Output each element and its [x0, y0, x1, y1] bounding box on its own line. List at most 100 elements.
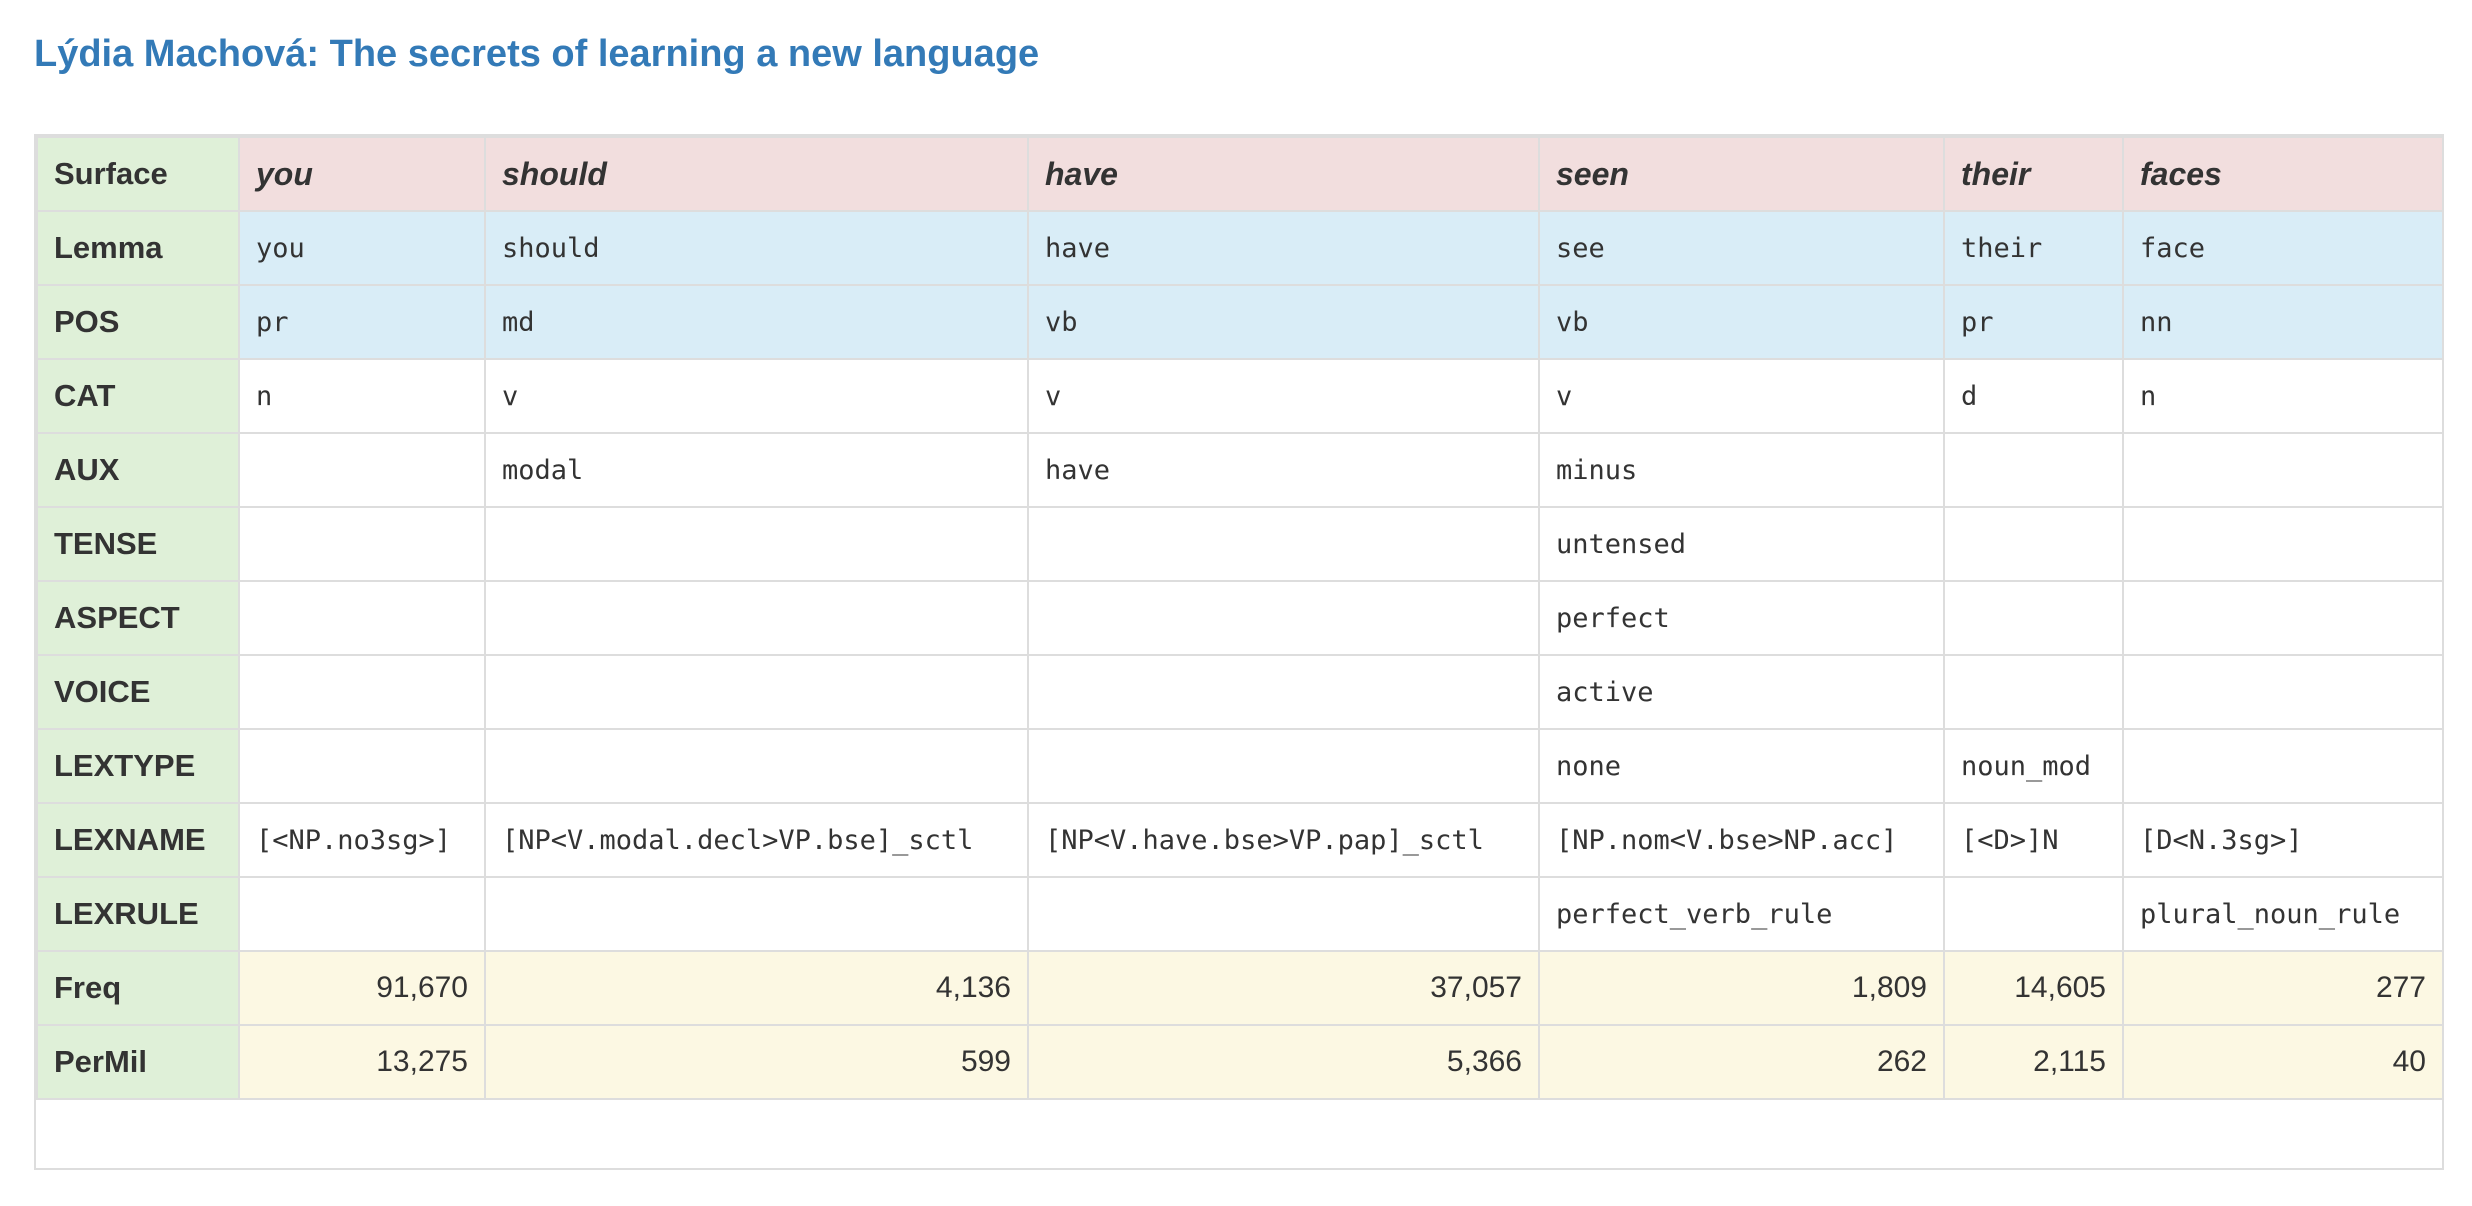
permil-cell: 599: [484, 1024, 1029, 1100]
lexname-cell: [<NP.no3sg>]: [238, 802, 486, 878]
tense-cell: [484, 506, 1029, 582]
lexrule-cell: [1027, 876, 1540, 952]
freq-cell: 1,809: [1538, 950, 1945, 1026]
lexname-cell: [<D>]N: [1943, 802, 2124, 878]
permil-cell: 13,275: [238, 1024, 486, 1100]
row-label-surface: Surface: [36, 136, 240, 212]
aux-cell: [238, 432, 486, 508]
freq-cell: 4,136: [484, 950, 1029, 1026]
lemma-cell: have: [1027, 210, 1540, 286]
lextype-cell: [238, 728, 486, 804]
aux-cell: modal: [484, 432, 1029, 508]
tense-cell: untensed: [1538, 506, 1945, 582]
aspect-cell: [2122, 580, 2444, 656]
lexrule-cell: [484, 876, 1029, 952]
surface-cell: their: [1943, 136, 2124, 212]
row-label-lemma: Lemma: [36, 210, 240, 286]
voice-cell: active: [1538, 654, 1945, 730]
analysis-table-panel: Surface you should have seen their faces…: [34, 134, 2444, 1170]
aux-cell: minus: [1538, 432, 1945, 508]
cat-cell: d: [1943, 358, 2124, 434]
cat-cell: n: [238, 358, 486, 434]
lextype-cell: noun_mod: [1943, 728, 2124, 804]
freq-cell: 277: [2122, 950, 2444, 1026]
table-row-lemma: Lemma you should have see their face: [36, 210, 2444, 286]
row-label-freq: Freq: [36, 950, 240, 1026]
table-row-lexname: LEXNAME [<NP.no3sg>] [NP<V.modal.decl>VP…: [36, 802, 2444, 878]
row-label-aspect: ASPECT: [36, 580, 240, 656]
pos-cell: pr: [1943, 284, 2124, 360]
surface-cell: you: [238, 136, 486, 212]
row-label-lexname: LEXNAME: [36, 802, 240, 878]
pos-cell: md: [484, 284, 1029, 360]
row-label-lexrule: LEXRULE: [36, 876, 240, 952]
lemma-cell: face: [2122, 210, 2444, 286]
surface-cell: seen: [1538, 136, 1945, 212]
lemma-cell: see: [1538, 210, 1945, 286]
freq-cell: 37,057: [1027, 950, 1540, 1026]
pos-cell: nn: [2122, 284, 2444, 360]
table-row-pos: POS pr md vb vb pr nn: [36, 284, 2444, 360]
table-row-cat: CAT n v v v d n: [36, 358, 2444, 434]
aux-cell: [1943, 432, 2124, 508]
lemma-cell: you: [238, 210, 486, 286]
permil-cell: 2,115: [1943, 1024, 2124, 1100]
lexrule-cell: [1943, 876, 2124, 952]
aspect-cell: [1943, 580, 2124, 656]
surface-cell: should: [484, 136, 1029, 212]
lemma-cell: should: [484, 210, 1029, 286]
lexname-cell: [NP<V.have.bse>VP.pap]_sctl: [1027, 802, 1540, 878]
table-row-voice: VOICE active: [36, 654, 2444, 730]
voice-cell: [238, 654, 486, 730]
tense-cell: [1943, 506, 2124, 582]
table-row-lexrule: LEXRULE perfect_verb_rule plural_noun_ru…: [36, 876, 2444, 952]
analysis-table: Surface you should have seen their faces…: [36, 136, 2444, 1100]
table-row-permil: PerMil 13,275 599 5,366 262 2,115 40: [36, 1024, 2444, 1100]
lemma-cell: their: [1943, 210, 2124, 286]
lexrule-cell: plural_noun_rule: [2122, 876, 2444, 952]
lextype-cell: none: [1538, 728, 1945, 804]
pos-cell: vb: [1538, 284, 1945, 360]
lexrule-cell: [238, 876, 486, 952]
tense-cell: [1027, 506, 1540, 582]
row-label-tense: TENSE: [36, 506, 240, 582]
lexname-cell: [NP.nom<V.bse>NP.acc]: [1538, 802, 1945, 878]
voice-cell: [1943, 654, 2124, 730]
table-row-lextype: LEXTYPE none noun_mod: [36, 728, 2444, 804]
lexname-cell: [NP<V.modal.decl>VP.bse]_sctl: [484, 802, 1029, 878]
row-label-aux: AUX: [36, 432, 240, 508]
table-row-surface: Surface you should have seen their faces: [36, 136, 2444, 212]
page-title: Lýdia Machová: The secrets of learning a…: [34, 33, 1040, 75]
tense-cell: [2122, 506, 2444, 582]
aux-cell: [2122, 432, 2444, 508]
freq-cell: 91,670: [238, 950, 486, 1026]
table-row-aux: AUX modal have minus: [36, 432, 2444, 508]
aux-cell: have: [1027, 432, 1540, 508]
surface-cell: faces: [2122, 136, 2444, 212]
aspect-cell: [484, 580, 1029, 656]
lexname-cell: [D<N.3sg>]: [2122, 802, 2444, 878]
permil-cell: 262: [1538, 1024, 1945, 1100]
lextype-cell: [1027, 728, 1540, 804]
cat-cell: v: [1538, 358, 1945, 434]
cat-cell: v: [1027, 358, 1540, 434]
lexrule-cell: perfect_verb_rule: [1538, 876, 1945, 952]
row-label-permil: PerMil: [36, 1024, 240, 1100]
row-label-pos: POS: [36, 284, 240, 360]
row-label-lextype: LEXTYPE: [36, 728, 240, 804]
permil-cell: 40: [2122, 1024, 2444, 1100]
aspect-cell: [1027, 580, 1540, 656]
lextype-cell: [2122, 728, 2444, 804]
freq-cell: 14,605: [1943, 950, 2124, 1026]
aspect-cell: [238, 580, 486, 656]
pos-cell: vb: [1027, 284, 1540, 360]
voice-cell: [1027, 654, 1540, 730]
cat-cell: v: [484, 358, 1029, 434]
table-row-aspect: ASPECT perfect: [36, 580, 2444, 656]
cat-cell: n: [2122, 358, 2444, 434]
aspect-cell: perfect: [1538, 580, 1945, 656]
voice-cell: [484, 654, 1029, 730]
tense-cell: [238, 506, 486, 582]
table-row-freq: Freq 91,670 4,136 37,057 1,809 14,605 27…: [36, 950, 2444, 1026]
row-label-cat: CAT: [36, 358, 240, 434]
